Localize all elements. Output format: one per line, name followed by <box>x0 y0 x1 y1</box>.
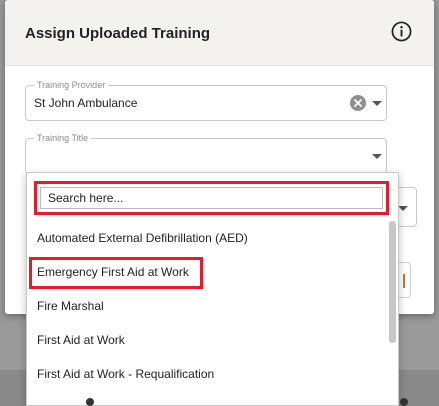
option-fire-marshal[interactable]: Fire Marshal <box>27 289 387 323</box>
training-title-field[interactable]: Training Title <box>25 132 387 174</box>
info-circle-icon[interactable] <box>391 21 412 42</box>
option-highlight-box <box>29 257 203 289</box>
hidden-select-chevron-down-icon[interactable] <box>398 206 408 211</box>
training-title-label: Training Title <box>34 132 92 144</box>
provider-chevron-down-icon[interactable] <box>372 101 382 106</box>
modal-title: Assign Uploaded Training <box>25 25 211 42</box>
clear-icon[interactable] <box>350 95 366 111</box>
background-dot <box>86 398 94 406</box>
option-first-aid-requalification[interactable]: First Aid at Work - Requalification <box>27 357 387 391</box>
background-dot <box>400 398 408 406</box>
hidden-button-accent <box>403 274 405 288</box>
option-aed[interactable]: Automated External Defibrillation (AED) <box>27 221 387 255</box>
dropdown-scrollbar[interactable] <box>389 221 396 343</box>
training-provider-field[interactable]: Training Provider St John Ambulance <box>25 79 387 121</box>
option-first-aid-at-work[interactable]: First Aid at Work <box>27 323 387 357</box>
training-provider-value: St John Ambulance <box>34 96 138 110</box>
search-input[interactable] <box>40 187 383 209</box>
search-box-highlight <box>34 181 389 215</box>
training-title-dropdown: Automated External Defibrillation (AED) … <box>26 172 399 406</box>
modal-header: Assign Uploaded Training <box>5 0 434 66</box>
training-provider-label: Training Provider <box>34 79 109 91</box>
title-chevron-down-icon[interactable] <box>372 154 382 159</box>
